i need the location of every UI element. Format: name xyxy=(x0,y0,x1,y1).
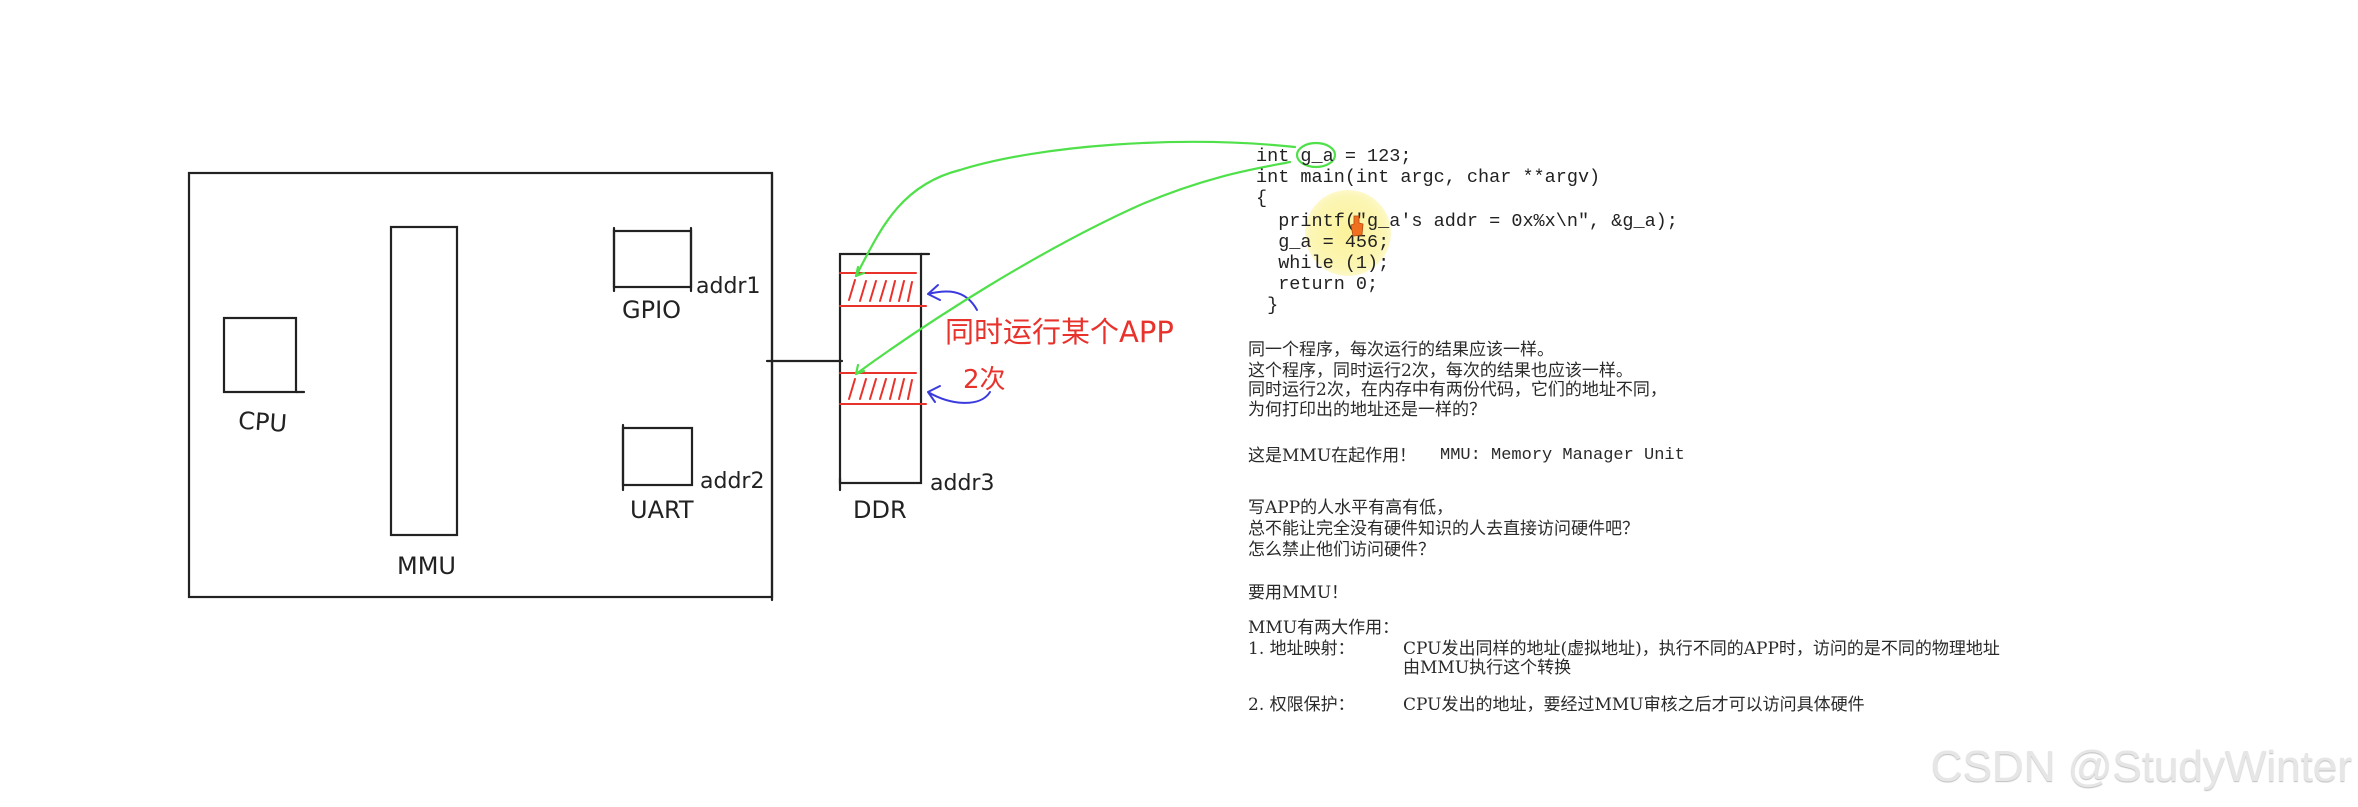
note-line: 写APP的人水平有高有低， xyxy=(1248,498,1454,518)
note-mmu-role: 这是MMU在起作用！ xyxy=(1248,446,1417,466)
gpio-box xyxy=(612,229,693,289)
note-item1-label: 1. 地址映射： xyxy=(1248,639,1355,659)
note-line: 同时运行2次，在内存中有两份代码，它们的地址不同， xyxy=(1248,380,1667,400)
note-mmu-functions-title: MMU有两大作用： xyxy=(1248,618,1400,638)
note-line: 同一个程序，每次运行的结果应该一样。 xyxy=(1248,340,1554,360)
note-line: 总不能让完全没有硬件知识的人去直接访问硬件吧？ xyxy=(1248,519,1639,539)
mmu-label: MMU xyxy=(397,552,456,580)
ddr-label: DDR xyxy=(853,496,907,524)
cpu-box xyxy=(222,316,298,394)
gpio-addr-label: addr1 xyxy=(696,274,760,299)
note-item2-label: 2. 权限保护： xyxy=(1248,695,1355,715)
note-use-mmu: 要用MMU！ xyxy=(1248,583,1349,603)
hand-drawn-diagram: CPU MMU GPIO addr1 UART addr2 DDR addr3 … xyxy=(187,140,1337,602)
code-copy-1 xyxy=(839,272,927,307)
note-line: 为何打印出的地址还是一样的？ xyxy=(1248,400,1486,420)
code-copy-2 xyxy=(839,372,927,405)
code-line: int g_a = 123; xyxy=(1256,146,1412,167)
watermark: CSDN @StudyWinter xyxy=(1930,742,2352,791)
mmu-box xyxy=(389,225,459,537)
gpio-label: GPIO xyxy=(622,296,681,324)
note-line: 这个程序，同时运行2次，每次的结果也应该一样。 xyxy=(1248,361,1633,381)
cpu-label: CPU xyxy=(237,407,288,438)
annotation-run-app: 同时运行某个APP xyxy=(945,315,1174,349)
uart-label: UART xyxy=(630,496,694,524)
uart-addr-label: addr2 xyxy=(700,469,764,494)
annotation-twice: 2次 xyxy=(963,365,1006,395)
note-line: 怎么禁止他们访问硬件？ xyxy=(1248,540,1435,560)
ddr-addr-label: addr3 xyxy=(930,471,994,496)
code-line: return 0; xyxy=(1256,274,1379,295)
note-mmu-definition: MMU: Memory Manager Unit xyxy=(1440,446,1685,465)
code-line: } xyxy=(1256,295,1279,316)
soc-box xyxy=(187,171,774,599)
code-line: g_a = 456; xyxy=(1256,232,1390,253)
code-line: { xyxy=(1256,188,1268,209)
code-line: printf("g_a's addr = 0x%x\n", &g_a); xyxy=(1256,211,1678,232)
hand-cursor-icon xyxy=(1350,215,1364,237)
note-item1-text: CPU发出同样的地址(虚拟地址)，执行不同的APP时，访问的是不同的物理地址 xyxy=(1403,639,2000,659)
note-item2-text: CPU发出的地址，要经过MMU审核之后才可以访问具体硬件 xyxy=(1403,695,1865,715)
note-item1-cont: 由MMU执行这个转换 xyxy=(1403,658,1572,678)
code-line: int main(int argc, char **argv) xyxy=(1256,167,1601,188)
code-line: while (1); xyxy=(1256,253,1390,274)
uart-box xyxy=(621,426,694,487)
